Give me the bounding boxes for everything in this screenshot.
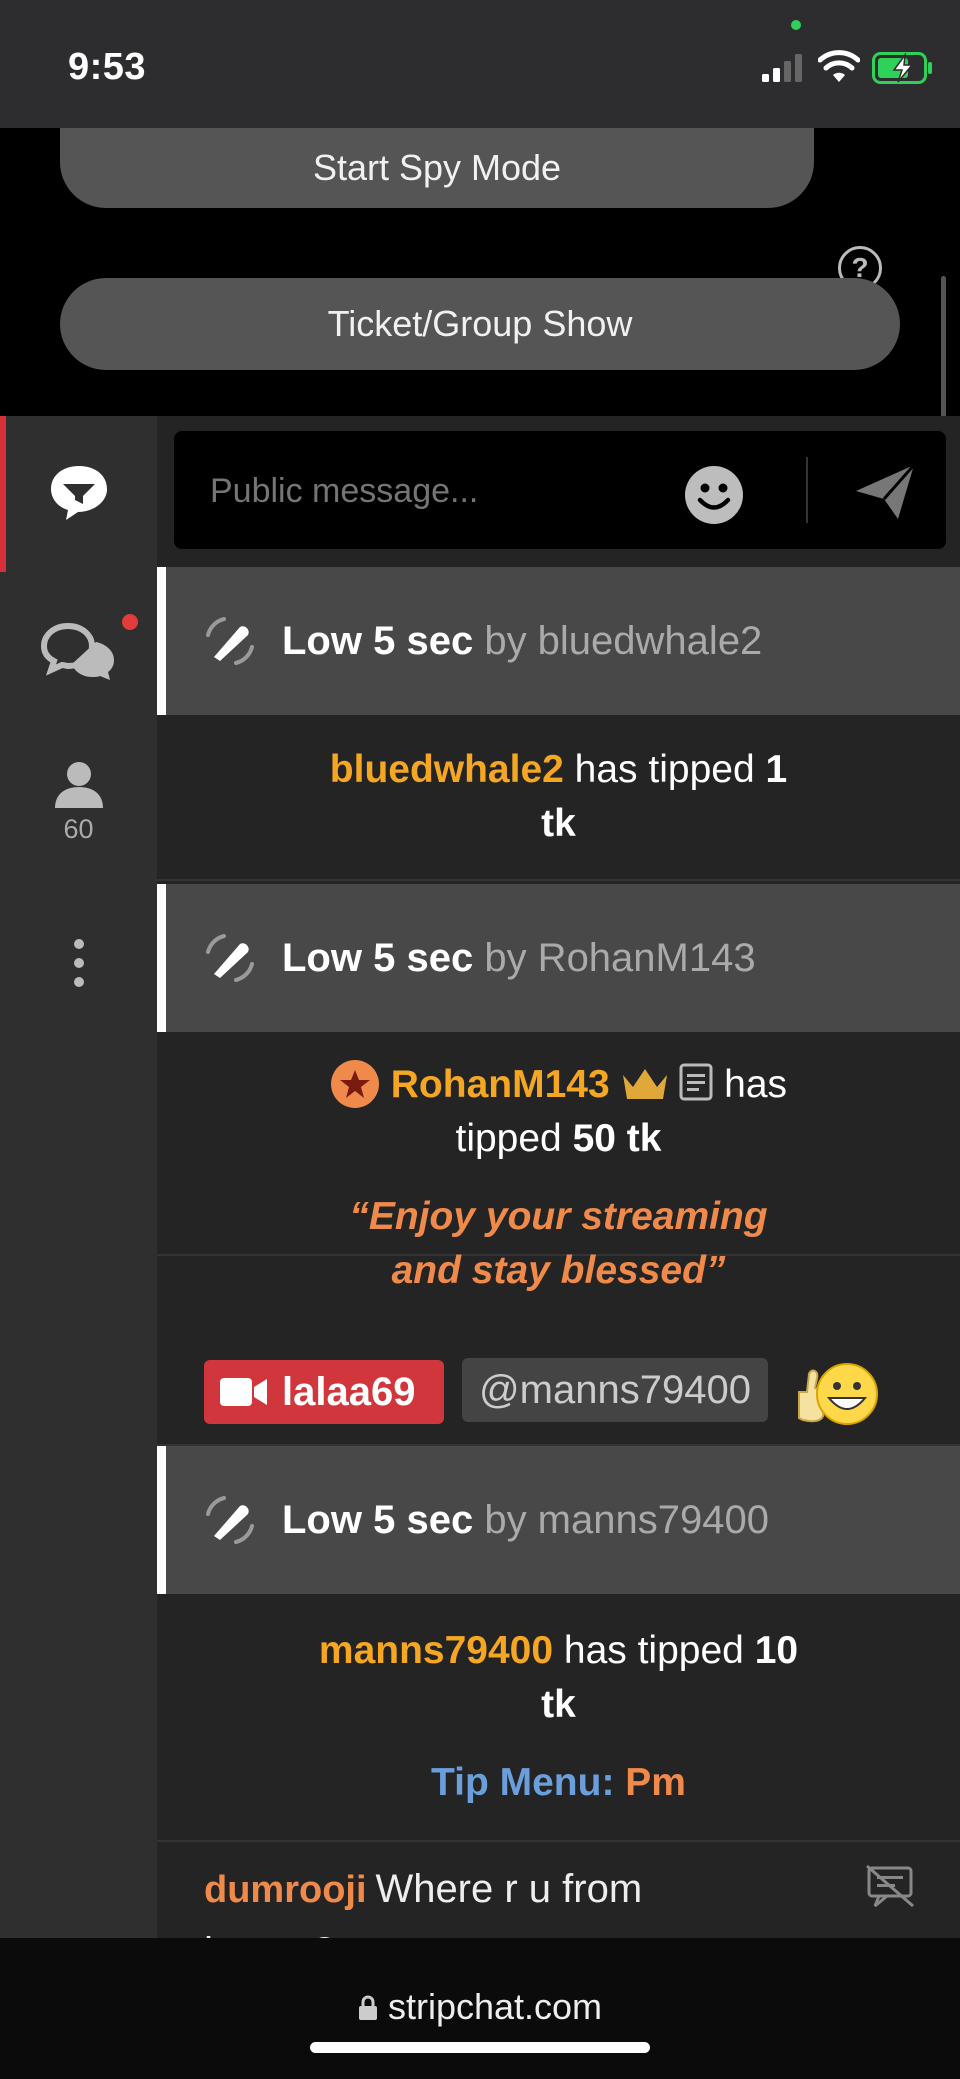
tipper-name[interactable]: manns79400 xyxy=(319,1629,553,1672)
tab-private-messages[interactable] xyxy=(0,622,157,682)
tip-quote-line: and stay blessed” xyxy=(391,1249,726,1292)
crown-icon xyxy=(622,1069,667,1099)
users-count: 60 xyxy=(63,814,94,844)
tipper-name[interactable]: bluedwhale2 xyxy=(330,748,564,791)
status-time: 9:53 xyxy=(68,46,147,88)
status-bar: 9:53 xyxy=(0,0,960,128)
tip-unit: tk xyxy=(541,1683,576,1726)
ticket-group-show-button[interactable]: Ticket/Group Show xyxy=(60,278,900,370)
notification-badge xyxy=(122,614,138,630)
tab-public-chat[interactable] xyxy=(0,462,157,522)
user-icon xyxy=(54,762,103,808)
toy-vibration-icon xyxy=(206,617,254,665)
chat-bubble-icon xyxy=(50,466,107,520)
tip-menu-label: Tip Menu: xyxy=(431,1761,626,1804)
camera-icon xyxy=(220,1378,267,1406)
home-indicator[interactable] xyxy=(310,2042,650,2053)
show-controls: Start Spy Mode ? Ticket/Group Show xyxy=(0,128,960,481)
goal-by: by bluedwhale2 xyxy=(473,618,763,663)
toy-vibration-icon xyxy=(206,1496,254,1544)
goal-by: by manns79400 xyxy=(473,1497,769,1542)
goal-by: by RohanM143 xyxy=(473,935,756,980)
tip-text: has tipped xyxy=(563,748,766,791)
battery-charging-icon xyxy=(872,52,932,84)
tip-amount: 50 tk xyxy=(572,1117,662,1160)
tip-text: has xyxy=(713,1063,788,1106)
browser-address-bar[interactable]: stripchat.com xyxy=(0,1938,960,2079)
privacy-indicator xyxy=(791,20,801,30)
goal-level: Low 5 sec xyxy=(282,935,474,980)
message-text: Where r u from xyxy=(375,1867,643,1911)
composer-divider xyxy=(806,457,808,523)
lock-icon xyxy=(358,1995,377,2020)
goal-level: Low 5 sec xyxy=(282,1497,474,1542)
mention-message: lalaa69 @manns79400 xyxy=(157,1342,960,1446)
emoji-icon[interactable] xyxy=(684,465,744,525)
cellular-signal-icon xyxy=(762,54,802,82)
star-level-icon xyxy=(330,1060,379,1108)
wifi-icon xyxy=(818,50,860,82)
tip-message: manns79400 has tipped 10 tk Tip Menu: Pm xyxy=(157,1594,960,1842)
tip-text: tipped xyxy=(455,1117,573,1160)
more-vertical-icon xyxy=(73,939,84,987)
goal-row: Low 5 sec by manns79400 xyxy=(157,1446,960,1594)
goal-row: Low 5 sec by RohanM143 xyxy=(157,884,960,1032)
start-spy-mode-button[interactable]: Start Spy Mode xyxy=(60,128,814,208)
message-composer xyxy=(174,431,946,549)
tip-amount: 1 xyxy=(765,748,788,791)
tip-unit: tk xyxy=(541,802,576,845)
thumbs-up-emoji-icon xyxy=(798,1363,878,1425)
broadcaster-badge[interactable]: lalaa69 xyxy=(204,1360,444,1424)
more-options-button[interactable] xyxy=(0,938,157,988)
tip-text: has tipped xyxy=(553,1629,755,1672)
url-text: stripchat.com xyxy=(387,1986,603,2027)
tip-amount: 10 xyxy=(754,1629,799,1672)
send-icon[interactable] xyxy=(854,461,916,521)
public-message-input[interactable] xyxy=(208,471,612,512)
tipper-name[interactable]: RohanM143 xyxy=(391,1063,610,1106)
tip-quote-line: “Enjoy your streaming xyxy=(349,1195,768,1238)
broadcaster-name: lalaa69 xyxy=(282,1369,416,1414)
message-author[interactable]: dumrooji xyxy=(204,1869,367,1911)
messages-icon xyxy=(40,622,114,680)
goal-level: Low 5 sec xyxy=(282,618,474,663)
toy-vibration-icon xyxy=(206,934,254,982)
chat-panel: Low 5 sec by bluedwhale2 bluedwhale2 has… xyxy=(157,416,960,1940)
tab-users[interactable]: 60 xyxy=(0,760,157,845)
translate-off-icon[interactable] xyxy=(865,1864,915,1908)
user-mention[interactable]: @manns79400 xyxy=(462,1358,768,1422)
goal-row: Low 5 sec by bluedwhale2 xyxy=(157,567,960,715)
tip-message: RohanM143 has tipped 50 tk “Enjoy your s… xyxy=(157,1032,960,1292)
chat-message: dumrooji Where r u from honey? xyxy=(157,1842,960,1940)
tip-menu-item: Pm xyxy=(625,1761,686,1804)
tip-message: bluedwhale2 has tipped 1 tk xyxy=(157,715,960,881)
note-icon xyxy=(679,1063,713,1101)
